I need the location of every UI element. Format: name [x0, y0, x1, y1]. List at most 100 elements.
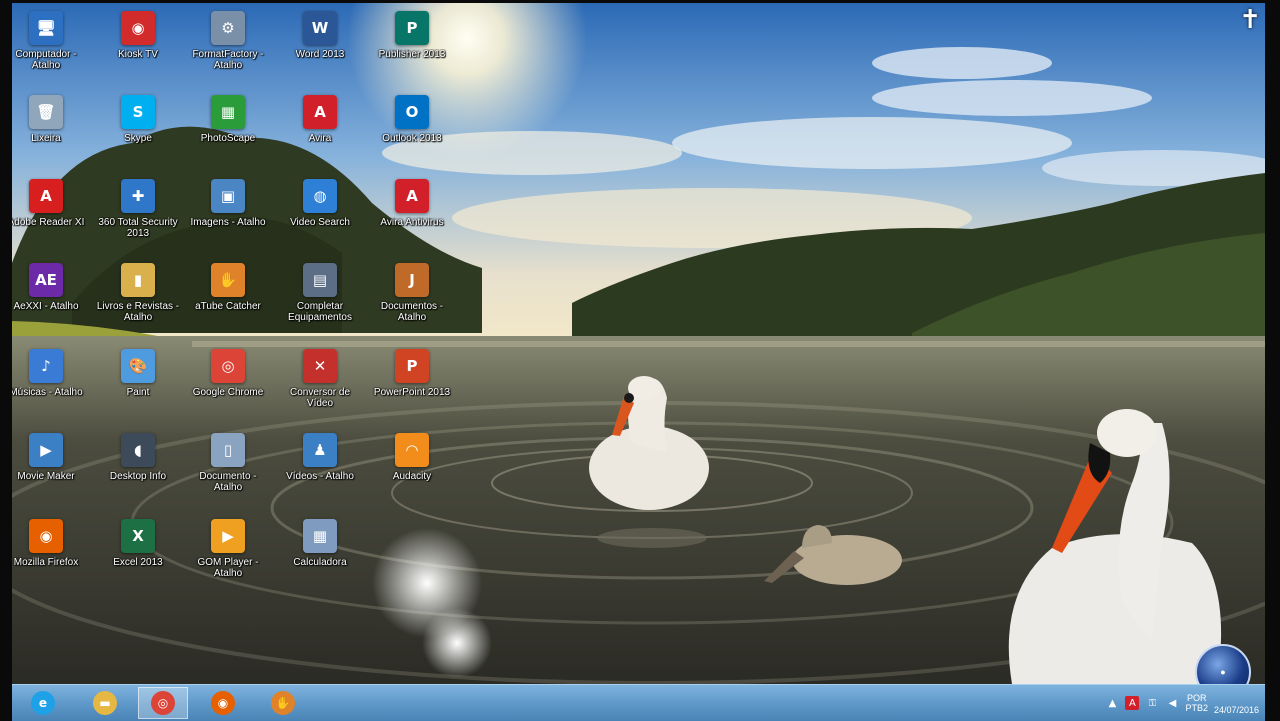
clock-date: 24/07/2016: [1213, 704, 1259, 715]
desktop-icon-label: AeXXI - Atalho: [13, 301, 79, 312]
adobe-reader-icon: A: [29, 179, 63, 213]
desktop-icon-label: PowerPoint 2013: [373, 387, 451, 398]
volume-icon[interactable]: ◀: [1165, 696, 1179, 710]
desktop-icon-aexxi[interactable]: AE AeXXI - Atalho: [12, 259, 88, 343]
desktop-icon-kiosk[interactable]: ◉ Kiosk TV: [96, 7, 180, 91]
publisher-2013-icon: P: [395, 11, 429, 45]
videos-icon: ♟: [303, 433, 337, 467]
desktop-icon-label: Movie Maker: [17, 471, 75, 482]
desktop-icon-label: Documento - Atalho: [199, 471, 257, 493]
desktop-icon-livros-e-revistas[interactable]: ▮ Livros e Revistas - Atalho: [96, 259, 180, 343]
complete-equipamentos-icon: ▤: [303, 263, 337, 297]
desktop-icon-label: Vídeos - Atalho: [286, 471, 354, 482]
desktop-icon-paint[interactable]: 🎨 Paint: [96, 345, 180, 429]
360-total-security-icon: ✚: [121, 179, 155, 213]
taskbar-internet-explorer-button[interactable]: e: [18, 687, 68, 719]
desktop-icon-desktop-info[interactable]: ◖ Desktop Info: [96, 429, 180, 513]
taskbar-atube-button[interactable]: ✋: [258, 687, 308, 719]
word-2013-icon: W: [303, 11, 337, 45]
desktop-icon-label: aTube Catcher: [195, 301, 261, 312]
desktop-icon-360-total-security[interactable]: ✚ 360 Total Security 2013: [96, 175, 180, 259]
desktop-icon-powerpoint-2013[interactable]: P PowerPoint 2013: [370, 345, 454, 429]
desktop-icon-complete-equipamentos[interactable]: ▤ Completar Equipamentos: [278, 259, 362, 343]
clock[interactable]: 24/07/2016: [1214, 705, 1259, 716]
taskbar-chrome-button[interactable]: ◎: [138, 687, 188, 719]
powerpoint-2013-icon: P: [395, 349, 429, 383]
desktop-icon-format-factory[interactable]: ⚙ FormatFactory - Atalho: [186, 7, 270, 91]
cross-icon: ✝: [1239, 5, 1261, 35]
desktop-icon-excel-2013[interactable]: X Excel 2013: [96, 515, 180, 599]
desktop-icon-video-search[interactable]: ◍ Video Search: [278, 175, 362, 259]
desktop-icon-label: Audacity: [392, 471, 432, 482]
desktop-icon-audacity[interactable]: ◠ Audacity: [370, 429, 454, 513]
internet-explorer-icon: e: [31, 691, 55, 715]
desktop-info-icon: ◖: [121, 433, 155, 467]
avira-antivirus-icon: A: [395, 179, 429, 213]
desktop-icon-avira[interactable]: A Avira: [278, 91, 362, 175]
desktop-icon-documento[interactable]: ▯ Documento - Atalho: [186, 429, 270, 513]
desktop-icon-adobe-reader[interactable]: A Adobe Reader XI: [12, 175, 88, 259]
desktop-icon-label: Outlook 2013: [382, 133, 442, 144]
calculadora-icon: ▦: [303, 519, 337, 553]
desktop-icon-label: Mozilla Firefox: [13, 557, 79, 568]
desktop-icon-computador[interactable]: 🖥 Computador - Atalho: [12, 7, 88, 91]
movie-maker-icon: ▶: [29, 433, 63, 467]
desktop-icon-imagens[interactable]: ▣ Imagens - Atalho: [186, 175, 270, 259]
desktop-icon-label: Adobe Reader XI: [12, 217, 85, 228]
skype-icon: S: [121, 95, 155, 129]
gomplayer-icon: ▶: [211, 519, 245, 553]
network-icon[interactable]: ⚿: [1145, 696, 1159, 710]
desktop-icon-label: 360 Total Security 2013: [98, 217, 178, 239]
taskbar-firefox-button[interactable]: ◉: [198, 687, 248, 719]
desktop-icon-label: Kiosk TV: [118, 49, 158, 60]
lixeira-icon: 🗑: [29, 95, 63, 129]
atube-icon: ✋: [271, 691, 295, 715]
desktop-icon-label: Skype: [124, 133, 152, 144]
desktop-icon-label: Paint: [126, 387, 150, 398]
documentos-icon: J: [395, 263, 429, 297]
excel-2013-icon: X: [121, 519, 155, 553]
avira-tray-icon[interactable]: A: [1125, 696, 1140, 710]
desktop[interactable]: ✝ 🖥 Computador - Atalho ◉ Kiosk TV ⚙ FormatFa…: [12, 3, 1265, 684]
desktop-icon-atube-catcher[interactable]: ✋ aTube Catcher: [186, 259, 270, 343]
language-indicator[interactable]: POR PTB2: [1185, 693, 1208, 713]
musicas-icon: ♪: [29, 349, 63, 383]
desktop-icon-photoscape[interactable]: ▦ PhotoScape: [186, 91, 270, 175]
desktop-icon-documentos[interactable]: J Documentos - Atalho: [370, 259, 454, 343]
aexxi-icon: AE: [29, 263, 63, 297]
desktop-icon-word-2013[interactable]: W Word 2013: [278, 7, 362, 91]
outlook-2013-icon: O: [395, 95, 429, 129]
desktop-icon-google-chrome[interactable]: ◎ Google Chrome: [186, 345, 270, 429]
desktop-icon-outlook-2013[interactable]: O Outlook 2013: [370, 91, 454, 175]
desktop-icon-mozilla-firefox[interactable]: ◉ Mozilla Firefox: [12, 515, 88, 599]
desktop-icon-gomplayer[interactable]: ▶ GOM Player - Atalho: [186, 515, 270, 599]
desktop-icon-videos[interactable]: ♟ Vídeos - Atalho: [278, 429, 362, 513]
desktop-icon-label: Livros e Revistas - Atalho: [96, 301, 180, 323]
computador-icon: 🖥: [29, 11, 63, 45]
desktop-icon-lixeira[interactable]: 🗑 Lixeira: [12, 91, 88, 175]
language-line2: PTB2: [1185, 703, 1208, 713]
desktop-icon-label: Avira: [308, 133, 332, 144]
desktop-icon-avira-antivirus[interactable]: A Avira Antivirus: [370, 175, 454, 259]
show-hidden-icons-icon[interactable]: ▲: [1105, 696, 1119, 710]
firefox-icon: ◉: [211, 691, 235, 715]
audacity-icon: ◠: [395, 433, 429, 467]
system-tray: ▲ A ⚿ ◀ POR PTB2 24/07/2016: [1105, 685, 1259, 721]
desktop-icon-label: Documentos - Atalho: [380, 301, 444, 323]
desktop-icon-label: Publisher 2013: [378, 49, 446, 60]
desktop-icon-calculadora[interactable]: ▦ Calculadora: [278, 515, 362, 599]
desktop-icon-label: FormatFactory - Atalho: [192, 49, 264, 71]
file-explorer-icon: ▬: [93, 691, 117, 715]
desktop-icon-label: PhotoScape: [200, 133, 256, 144]
desktop-icon-publisher-2013[interactable]: P Publisher 2013: [370, 7, 454, 91]
taskbar-file-explorer-button[interactable]: ▬: [80, 687, 130, 719]
livros-e-revistas-icon: ▮: [121, 263, 155, 297]
desktop-icon-skype[interactable]: S Skype: [96, 91, 180, 175]
desktop-icon-label: Músicas - Atalho: [12, 387, 83, 398]
desktop-icon-musicas[interactable]: ♪ Músicas - Atalho: [12, 345, 88, 429]
desktop-icon-conversor[interactable]: ✕ Conversor de Vídeo: [278, 345, 362, 429]
imagens-icon: ▣: [211, 179, 245, 213]
desktop-icon-label: Desktop Info: [109, 471, 167, 482]
desktop-icon-movie-maker[interactable]: ▶ Movie Maker: [12, 429, 88, 513]
desktop-icon-label: Computador - Atalho: [15, 49, 77, 71]
